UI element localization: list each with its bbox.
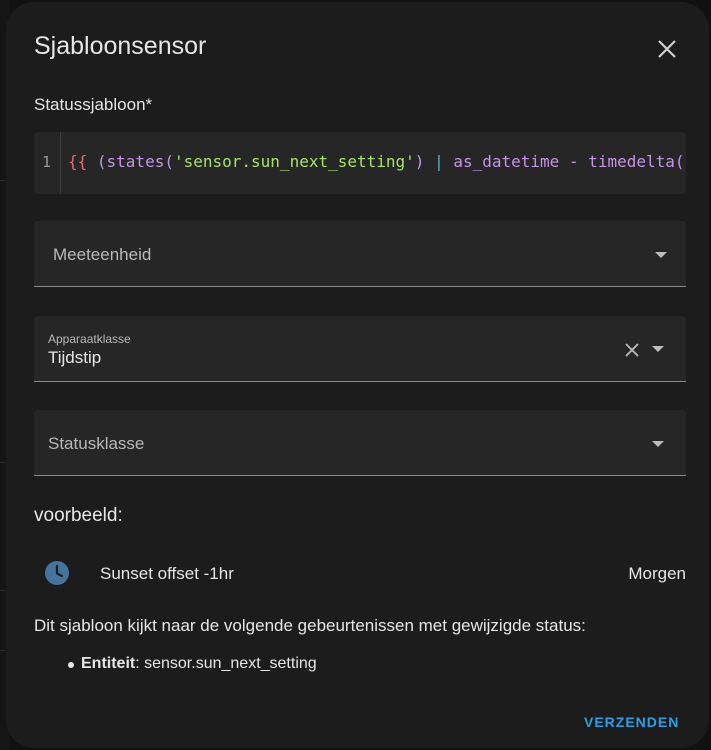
- close-icon: [658, 40, 676, 58]
- chevron-down-icon: [652, 441, 664, 447]
- line-number: 1: [42, 153, 52, 171]
- code-token-rest: as_datetime - timedelta(ho: [453, 152, 686, 171]
- code-line: {{ (states('sensor.sun_next_setting') | …: [68, 152, 686, 171]
- state-class-select[interactable]: Statusklasse: [34, 410, 686, 476]
- close-button[interactable]: [652, 34, 682, 64]
- code-token-close: ): [414, 152, 425, 171]
- state-class-label: Statusklasse: [48, 434, 145, 453]
- chevron-down-icon: [655, 252, 667, 258]
- chevron-down-icon: [652, 346, 664, 352]
- entity-label: Entiteit: [81, 655, 136, 672]
- code-token-open: (states(: [87, 152, 174, 171]
- list-bullet: [68, 662, 74, 668]
- unit-select-label: Meeteenheid: [53, 245, 152, 264]
- device-class-value: Tijdstip: [48, 348, 102, 367]
- listeners-info: Dit sjabloon kijkt naar de volgende gebe…: [34, 616, 586, 635]
- submit-button[interactable]: VERZENDEN: [584, 714, 679, 730]
- clear-icon[interactable]: [624, 342, 640, 358]
- code-token-pipe: |: [424, 152, 454, 171]
- preview-heading: voorbeeld:: [34, 505, 123, 526]
- entity-value: : sensor.sun_next_setting: [135, 655, 317, 672]
- code-gutter: 1: [34, 132, 61, 194]
- device-class-select[interactable]: Apparaatklasse Tijdstip: [34, 316, 686, 382]
- dialog-title: Sjabloonsensor: [34, 32, 207, 60]
- template-sensor-dialog: Sjabloonsensor Statussjabloon* 1 {{ (sta…: [6, 2, 709, 748]
- code-token-brace: {{: [68, 152, 88, 171]
- device-class-label: Apparaatklasse: [48, 332, 131, 346]
- template-label: Statussjabloon*: [34, 95, 153, 114]
- code-token-string: 'sensor.sun_next_setting': [173, 152, 415, 171]
- clock-icon: [45, 561, 69, 585]
- unit-select[interactable]: Meeteenheid: [34, 221, 686, 287]
- template-code-editor[interactable]: 1 {{ (states('sensor.sun_next_setting') …: [34, 132, 686, 194]
- preview-entity-name: Sunset offset -1hr: [100, 564, 234, 583]
- listener-entity-item: Entiteit: sensor.sun_next_setting: [81, 655, 317, 673]
- preview-entity-state: Morgen: [628, 564, 686, 583]
